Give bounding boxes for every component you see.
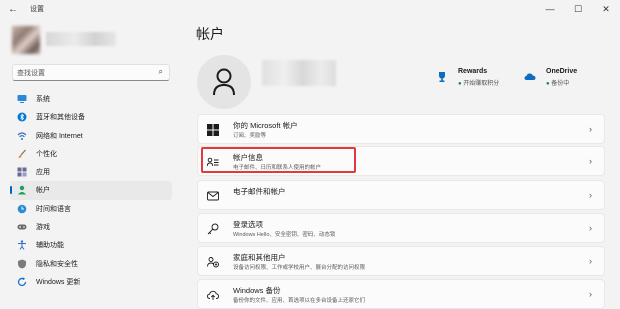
card-title: 你的 Microsoft 帐户 <box>233 121 298 130</box>
sidebar-item-label: 个性化 <box>36 150 57 158</box>
status-dot-icon: ● <box>458 81 462 87</box>
card-microsoft-account[interactable]: 你的 Microsoft 帐户 订阅、奖励等 › <box>197 114 605 144</box>
maximize-button[interactable]: ☐ <box>570 2 586 16</box>
search-icon[interactable]: ⌕ <box>159 67 163 77</box>
sidebar-item-accessibility[interactable]: 辅助功能 <box>10 236 172 254</box>
card-email-accounts[interactable]: 电子邮件和帐户 › <box>197 180 605 210</box>
highlight-box <box>201 147 356 173</box>
card-title: 登录选项 <box>233 220 263 229</box>
sidebar-item-system[interactable]: 系统 <box>10 90 172 108</box>
sidebar-item-windows-update[interactable]: Windows 更新 <box>10 273 172 291</box>
sidebar-item-label: 网络和 Internet <box>36 132 83 140</box>
onedrive-subtitle: 备份中 <box>551 81 570 87</box>
sidebar-item-label: 辅助功能 <box>36 242 64 250</box>
sidebar-item-personalization[interactable]: 个性化 <box>10 145 172 163</box>
chevron-right-icon: › <box>589 223 592 233</box>
sidebar-nav: 系统 蓝牙和其他设备 网络和 Internet 个性化 应用 帐户 时间和语言 … <box>10 90 172 291</box>
card-subtitle: 备份你的文件、应用、首选项以在多台设备上还原它们 <box>233 298 366 304</box>
sidebar-item-accounts[interactable]: 帐户 <box>10 181 172 200</box>
key-icon <box>207 223 219 235</box>
card-windows-backup[interactable]: Windows 备份 备份你的文件、应用、首选项以在多台设备上还原它们 › <box>197 279 605 309</box>
sidebar-item-label: 游戏 <box>36 224 50 232</box>
search-box[interactable]: 查找设置 ⌕ <box>12 64 170 81</box>
sidebar-item-label: 应用 <box>36 169 50 177</box>
rewards-title: Rewards <box>458 68 488 75</box>
shield-icon <box>18 259 26 269</box>
sidebar-item-label: 蓝牙和其他设备 <box>36 114 85 122</box>
chevron-right-icon: › <box>589 156 592 166</box>
chevron-right-icon: › <box>589 124 592 134</box>
sidebar-item-label: 系统 <box>36 96 50 103</box>
globe-clock-icon <box>17 204 27 214</box>
sidebar-item-bluetooth[interactable]: 蓝牙和其他设备 <box>10 108 172 126</box>
rewards-subtitle: 开始赚取积分 <box>463 81 500 87</box>
card-subtitle: 设备访问权限、工作或学校用户、展台分配的访问权限 <box>233 265 366 271</box>
card-title: 家庭和其他用户 <box>233 253 286 262</box>
profile-avatar[interactable] <box>197 55 251 109</box>
chevron-right-icon: › <box>589 289 592 299</box>
sidebar-item-label: 隐私和安全性 <box>36 260 78 268</box>
cloud-icon <box>524 73 536 80</box>
sidebar-item-network[interactable]: 网络和 Internet <box>10 127 172 145</box>
update-icon <box>17 277 27 287</box>
bluetooth-icon <box>17 112 27 122</box>
apps-icon <box>17 167 27 177</box>
sidebar-item-gaming[interactable]: 游戏 <box>10 218 172 236</box>
mail-icon <box>207 191 219 201</box>
title-bar: ← 设置 — ☐ ✕ <box>0 0 620 22</box>
onedrive-status: ● 备份中 <box>546 78 569 87</box>
user-avatar[interactable] <box>12 26 40 54</box>
sidebar-item-time-language[interactable]: 时间和语言 <box>10 200 172 218</box>
chevron-right-icon: › <box>589 256 592 266</box>
sidebar-item-label: 时间和语言 <box>36 205 71 213</box>
back-button[interactable]: ← <box>8 3 22 17</box>
windows-logo-icon <box>207 124 219 136</box>
minimize-button[interactable]: — <box>542 2 558 16</box>
accessibility-icon <box>18 240 26 251</box>
person-icon <box>18 186 26 195</box>
search-input[interactable]: 查找设置 <box>17 68 45 78</box>
family-icon <box>207 257 219 268</box>
chevron-right-icon: › <box>589 190 592 200</box>
card-sign-in-options[interactable]: 登录选项 Windows Hello、安全密钥、密码、动态锁 › <box>197 213 605 243</box>
person-icon <box>213 68 235 96</box>
user-name-blurred <box>46 32 116 46</box>
wifi-icon <box>17 131 27 140</box>
backup-icon <box>207 290 219 300</box>
profile-name-blurred <box>262 60 336 86</box>
app-title: 设置 <box>30 6 44 13</box>
onedrive-title: OneDrive <box>546 68 578 75</box>
sidebar-item-privacy[interactable]: 隐私和安全性 <box>10 255 172 273</box>
gamepad-icon <box>17 224 27 230</box>
sidebar-item-label: Windows 更新 <box>36 278 81 286</box>
card-title: Windows 备份 <box>233 286 281 295</box>
sidebar-item-label: 帐户 <box>36 187 50 195</box>
close-button[interactable]: ✕ <box>598 2 614 16</box>
sidebar-item-apps[interactable]: 应用 <box>10 163 172 181</box>
card-subtitle: Windows Hello、安全密钥、密码、动态锁 <box>233 232 336 238</box>
monitor-icon <box>17 95 27 103</box>
card-family-users[interactable]: 家庭和其他用户 设备访问权限、工作或学校用户、展台分配的访问权限 › <box>197 246 605 276</box>
status-dot-icon: ● <box>546 81 550 87</box>
trophy-icon <box>439 72 445 82</box>
brush-icon <box>18 149 26 158</box>
card-subtitle: 订阅、奖励等 <box>233 133 267 139</box>
card-title: 电子邮件和帐户 <box>233 187 286 196</box>
rewards-status: ● 开始赚取积分 <box>458 78 499 87</box>
page-title: 帐户 <box>196 26 224 42</box>
